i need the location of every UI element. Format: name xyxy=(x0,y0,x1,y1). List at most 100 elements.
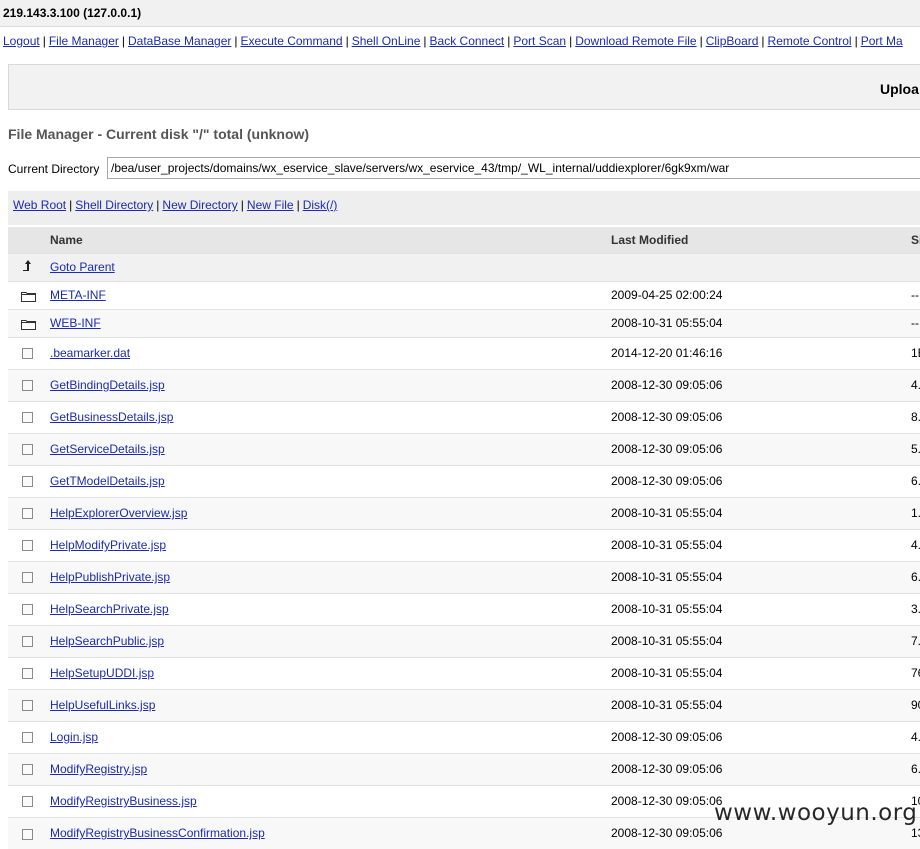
page-title: File Manager - Current disk "/" total (u… xyxy=(8,126,310,142)
upload-panel: Uploa xyxy=(8,64,920,110)
file-size: 8. xyxy=(911,400,920,433)
file-row: HelpUsefulLinks.jsp 2008-10-31 05:55:0490 xyxy=(8,688,920,721)
file-link[interactable]: GetBusinessDetails.jsp xyxy=(50,410,173,424)
file-select-checkbox[interactable] xyxy=(21,796,33,808)
nav-link-clipboard[interactable]: ClipBoard xyxy=(706,34,759,48)
file-row: GetBusinessDetails.jsp 2008-12-30 09:05:0… xyxy=(8,400,920,433)
file-row: HelpExplorerOverview.jsp 2008-10-31 05:55… xyxy=(8,496,920,529)
nav-separator: | xyxy=(423,34,427,48)
action-separator: | xyxy=(296,198,300,212)
folder-icon xyxy=(20,319,36,330)
file-size: 4. xyxy=(911,528,920,561)
nav-link-port-scan[interactable]: Port Scan xyxy=(513,34,566,48)
file-modified: 2014-12-20 01:46:16 xyxy=(611,336,911,369)
file-modified: 2008-10-31 05:55:04 xyxy=(611,624,911,657)
file-link[interactable]: HelpModifyPrivate.jsp xyxy=(50,538,166,552)
file-link[interactable]: ModifyRegistryBusiness.jsp xyxy=(50,794,197,808)
header-name: Name xyxy=(50,232,83,247)
nav-links: Logout | File Manager | DataBase Manager | Exe… xyxy=(3,34,903,48)
action-link-web-root[interactable]: Web Root xyxy=(13,198,66,212)
nav-link-logout[interactable]: Logout xyxy=(3,34,40,48)
file-select-checkbox[interactable] xyxy=(21,412,33,424)
action-separator: | xyxy=(69,198,73,212)
file-link[interactable]: HelpPublishPrivate.jsp xyxy=(50,570,170,584)
file-modified: 2008-12-30 09:05:06 xyxy=(611,368,911,401)
nav-separator: | xyxy=(121,34,125,48)
file-select-checkbox[interactable] xyxy=(21,540,33,552)
file-select-checkbox[interactable] xyxy=(21,380,33,392)
file-modified: 2008-12-30 09:05:06 xyxy=(611,752,911,785)
file-select-checkbox[interactable] xyxy=(21,348,33,360)
file-size: 4. xyxy=(911,368,920,401)
file-size: 6. xyxy=(911,752,920,785)
file-select-checkbox[interactable] xyxy=(21,668,33,680)
file-link[interactable]: ModifyRegistryBusinessConfirmation.jsp xyxy=(50,826,265,840)
file-link[interactable]: HelpExplorerOverview.jsp xyxy=(50,506,187,520)
file-select-checkbox[interactable] xyxy=(21,636,33,648)
nav-separator: | xyxy=(699,34,703,48)
file-link[interactable]: GetTModelDetails.jsp xyxy=(50,474,165,488)
action-link-new-directory[interactable]: New Directory xyxy=(162,198,237,212)
file-modified: 2008-10-31 05:55:04 xyxy=(611,688,911,721)
file-link[interactable]: ModifyRegistry.jsp xyxy=(50,762,147,776)
file-link[interactable]: HelpSetupUDDI.jsp xyxy=(50,666,154,680)
file-link[interactable]: HelpSearchPrivate.jsp xyxy=(50,602,169,616)
file-modified: 2008-12-30 09:05:06 xyxy=(611,464,911,497)
table-header-row: Name Last Modified Si xyxy=(8,227,920,253)
file-row: HelpSearchPrivate.jsp 2008-10-31 05:55:04… xyxy=(8,592,920,625)
file-select-checkbox[interactable] xyxy=(21,572,33,584)
file-select-checkbox[interactable] xyxy=(21,828,33,840)
nav-link-download-remote-file[interactable]: Download Remote File xyxy=(575,34,696,48)
directory-row: WEB-INF 2008-10-31 05:55:04 -- xyxy=(8,308,920,337)
file-select-checkbox[interactable] xyxy=(21,700,33,712)
file-link[interactable]: .beamarker.dat xyxy=(50,346,130,360)
action-link-new-file[interactable]: New File xyxy=(247,198,294,212)
nav-link-execute-command[interactable]: Execute Command xyxy=(241,34,343,48)
nav-link-file-manager[interactable]: File Manager xyxy=(49,34,119,48)
file-link[interactable]: Login.jsp xyxy=(50,730,98,744)
file-size: 90 xyxy=(911,688,920,721)
nav-link-back-connect[interactable]: Back Connect xyxy=(430,34,505,48)
file-row: HelpModifyPrivate.jsp 2008-10-31 05:55:04… xyxy=(8,528,920,561)
nav-link-shell-online[interactable]: Shell OnLine xyxy=(352,34,421,48)
top-bar: 219.143.3.100 (127.0.0.1) xyxy=(0,0,920,27)
file-select-checkbox[interactable] xyxy=(21,508,33,520)
directory-actions: Web Root | Shell Directory | New Directory | N… xyxy=(13,198,337,212)
file-row: ModifyRegistry.jsp 2008-12-30 09:05:066. xyxy=(8,752,920,785)
file-link[interactable]: HelpUsefulLinks.jsp xyxy=(50,698,155,712)
file-link[interactable]: GetBindingDetails.jsp xyxy=(50,378,165,392)
nav-separator: | xyxy=(761,34,765,48)
file-size: 4. xyxy=(911,720,920,753)
nav-separator: | xyxy=(569,34,573,48)
nav-link-database-manager[interactable]: DataBase Manager xyxy=(128,34,231,48)
file-size: 76 xyxy=(911,656,920,689)
action-link-shell-directory[interactable]: Shell Directory xyxy=(75,198,153,212)
file-size: 5. xyxy=(911,432,920,465)
directory-row: META-INF 2009-04-25 02:00:24 -- xyxy=(8,280,920,309)
upload-label: Uploa xyxy=(880,81,919,97)
main-nav: Logout | File Manager | DataBase Manager | Exe… xyxy=(0,27,920,53)
directory-link[interactable]: WEB-INF xyxy=(50,316,101,330)
file-table: Name Last Modified Si Goto Parent META-I… xyxy=(8,227,920,849)
file-select-checkbox[interactable] xyxy=(21,732,33,744)
nav-link-remote-control[interactable]: Remote Control xyxy=(768,34,852,48)
action-link-disk[interactable]: Disk(/) xyxy=(303,198,338,212)
file-link[interactable]: HelpSearchPublic.jsp xyxy=(50,634,164,648)
goto-parent-link[interactable]: Goto Parent xyxy=(50,260,115,274)
file-select-checkbox[interactable] xyxy=(21,476,33,488)
file-row: .beamarker.dat 2014-12-20 01:46:161E xyxy=(8,336,920,369)
file-select-checkbox[interactable] xyxy=(21,764,33,776)
file-row: HelpPublishPrivate.jsp 2008-10-31 05:55:0… xyxy=(8,560,920,593)
nav-separator: | xyxy=(854,34,858,48)
nav-link-port-ma[interactable]: Port Ma xyxy=(861,34,903,48)
nav-separator: | xyxy=(507,34,511,48)
current-directory-input[interactable] xyxy=(107,157,920,179)
header-size: Si xyxy=(911,232,920,247)
directory-link[interactable]: META-INF xyxy=(50,288,106,302)
file-modified: 2008-10-31 05:55:04 xyxy=(611,656,911,689)
file-select-checkbox[interactable] xyxy=(21,444,33,456)
folder-icon xyxy=(20,291,36,302)
action-separator: | xyxy=(240,198,244,212)
file-link[interactable]: GetServiceDetails.jsp xyxy=(50,442,165,456)
file-select-checkbox[interactable] xyxy=(21,604,33,616)
